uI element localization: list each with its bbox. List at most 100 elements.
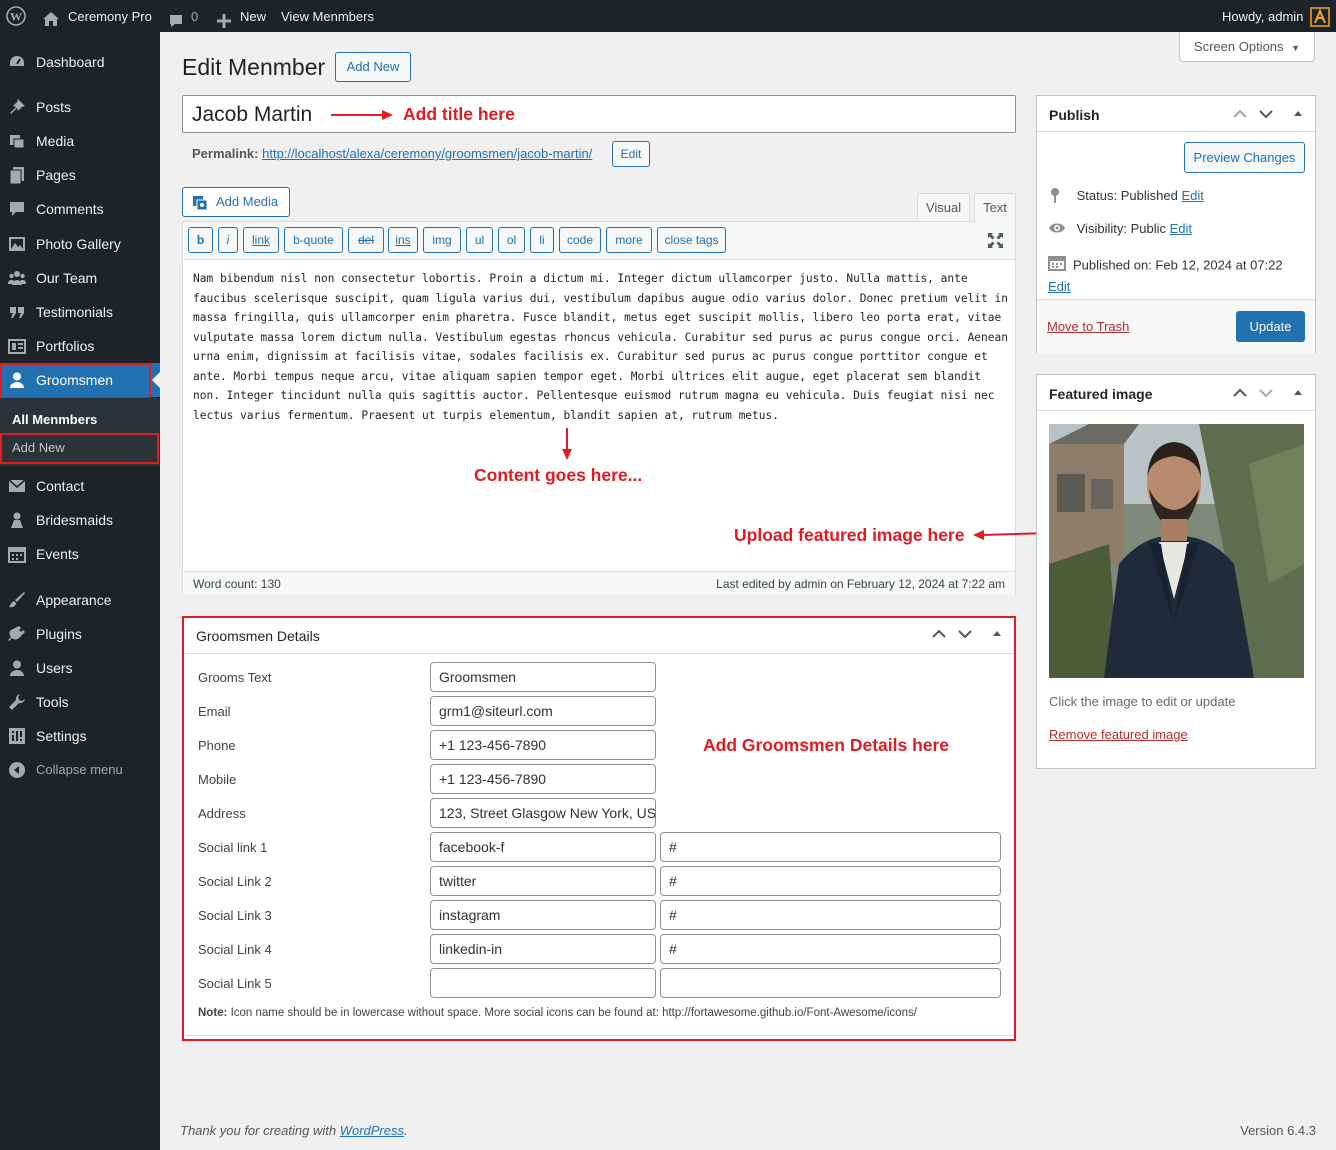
toggle-panel-icon[interactable] [989, 626, 1005, 642]
add-new-button[interactable]: Add New [335, 52, 411, 82]
wordpress-link[interactable]: WordPress [340, 1123, 404, 1138]
featured-image-photo[interactable] [1049, 424, 1304, 678]
home-icon [42, 7, 60, 27]
quicktag-ol[interactable]: ol [498, 227, 525, 253]
quicktag-img[interactable]: img [423, 227, 461, 253]
featured-move-up-icon[interactable] [1232, 385, 1248, 401]
sidebar-item-contact[interactable]: Contact [0, 469, 160, 503]
social-1-url-input[interactable]: # [660, 832, 1001, 862]
sidebar-item-pages[interactable]: Pages [0, 158, 160, 192]
quicktag-b[interactable]: b [188, 227, 213, 253]
published-label: Published on: [1073, 257, 1152, 273]
social-4-icon-input[interactable]: linkedin-in [430, 934, 656, 964]
sidebar-label: Comments [36, 201, 104, 217]
tab-visual[interactable]: Visual [917, 193, 970, 222]
new-link[interactable]: New [240, 0, 266, 32]
sidebar-item-tools[interactable]: Tools [0, 685, 160, 719]
calendar-small-icon [1048, 255, 1066, 277]
social-1-icon-input[interactable]: facebook-f [430, 832, 656, 862]
collapse-menu-button[interactable]: Collapse menu [0, 753, 160, 787]
social-5-url-input[interactable] [660, 968, 1001, 998]
quicktag-del[interactable]: del [348, 227, 384, 253]
sidebar-item-settings[interactable]: Settings [0, 719, 160, 753]
media-icon [8, 132, 26, 150]
permalink-link[interactable]: http://localhost/alexa/ceremony/groomsme… [262, 146, 592, 161]
add-media-button[interactable]: Add Media [182, 187, 290, 217]
address-input[interactable]: 123, Street Glasgow New York, US [430, 798, 656, 828]
field-label-social-3: Social Link 3 [198, 908, 272, 923]
sidebar-label: Photo Gallery [36, 236, 121, 252]
sidebar-item-comments[interactable]: Comments [0, 192, 160, 226]
status-edit-link[interactable]: Edit [1181, 188, 1203, 203]
quicktag-ins[interactable]: ins [388, 227, 418, 253]
submenu-all-members[interactable]: All Menmbers [12, 412, 97, 427]
preview-changes-button[interactable]: Preview Changes [1184, 142, 1305, 173]
fullscreen-icon[interactable] [987, 232, 1004, 252]
site-name-link[interactable]: Ceremony Pro [68, 0, 152, 32]
field-label-social-1: Social link 1 [198, 840, 268, 855]
view-members-link[interactable]: View Menmbers [281, 0, 374, 32]
sidebar-item-dashboard[interactable]: Dashboard [0, 45, 160, 79]
eye-icon [1048, 221, 1066, 238]
howdy-label[interactable]: Howdy, admin [1222, 0, 1303, 32]
quicktag-close-tags[interactable]: close tags [657, 227, 726, 253]
wordpress-logo-icon[interactable]: W [6, 6, 26, 26]
social-5-icon-input[interactable] [430, 968, 656, 998]
add-media-icon [192, 194, 209, 222]
sidebar-item-appearance[interactable]: Appearance [0, 583, 160, 617]
quicktag-i[interactable]: i [218, 227, 238, 253]
publish-move-up-icon[interactable] [1232, 106, 1248, 122]
avatar[interactable] [1310, 6, 1330, 27]
content-textarea[interactable]: Nam bibendum nisl non consectetur lobort… [193, 269, 1011, 425]
sidebar-item-testimonials[interactable]: Testimonials [0, 295, 160, 329]
female-user-icon [8, 511, 26, 529]
email-input[interactable]: grm1@siteurl.com [430, 696, 656, 726]
social-2-icon-input[interactable]: twitter [430, 866, 656, 896]
move-down-icon[interactable] [957, 626, 973, 642]
published-on-row: Published on: Feb 12, 2024 at 07:22 Edit [1048, 255, 1310, 297]
sidebar-item-posts[interactable]: Posts [0, 90, 160, 124]
screen-options-button[interactable]: Screen Options ▼ [1179, 32, 1315, 62]
sidebar-item-media[interactable]: Media [0, 124, 160, 158]
social-2-url-input[interactable]: # [660, 866, 1001, 896]
move-up-icon[interactable] [931, 626, 947, 642]
status-label: Status: [1076, 187, 1118, 203]
comment-icon[interactable] [168, 8, 184, 27]
published-edit-link[interactable]: Edit [1048, 279, 1070, 294]
sidebar-item-photo-gallery[interactable]: Photo Gallery [0, 227, 160, 261]
sidebar-item-users[interactable]: Users [0, 651, 160, 685]
grooms-text-input[interactable]: Groomsmen [430, 662, 656, 692]
quicktag-li[interactable]: li [530, 227, 554, 253]
quicktag-ul[interactable]: ul [466, 227, 493, 253]
sidebar-item-events[interactable]: Events [0, 537, 160, 571]
plugin-icon [8, 625, 26, 643]
featured-move-down-icon[interactable] [1258, 385, 1274, 401]
sidebar-item-portfolios[interactable]: Portfolios [0, 329, 160, 363]
svg-text:W: W [10, 10, 22, 24]
quicktag-link[interactable]: link [243, 227, 279, 253]
permalink-edit-button[interactable]: Edit [612, 141, 650, 167]
visibility-edit-link[interactable]: Edit [1170, 221, 1192, 236]
social-3-icon-input[interactable]: instagram [430, 900, 656, 930]
publish-move-down-icon[interactable] [1258, 106, 1274, 122]
sidebar-item-plugins[interactable]: Plugins [0, 617, 160, 651]
quicktag-code[interactable]: code [559, 227, 601, 253]
comments-count[interactable]: 0 [191, 0, 198, 32]
mobile-input[interactable]: +1 123-456-7890 [430, 764, 656, 794]
tab-text[interactable]: Text [974, 193, 1016, 222]
quicktag-b-quote[interactable]: b-quote [284, 227, 343, 253]
status-value: Published [1120, 187, 1178, 203]
featured-toggle-icon[interactable] [1290, 385, 1306, 401]
phone-input[interactable]: +1 123-456-7890 [430, 730, 656, 760]
publish-toggle-icon[interactable] [1290, 106, 1306, 122]
quicktag-more[interactable]: more [606, 227, 652, 253]
move-to-trash-link[interactable]: Move to Trash [1047, 319, 1129, 334]
sidebar-item-our-team[interactable]: Our Team [0, 261, 160, 295]
social-4-url-input[interactable]: # [660, 934, 1001, 964]
post-title-input[interactable]: Jacob Martin [182, 95, 1016, 133]
remove-featured-image-link[interactable]: Remove featured image [1049, 727, 1188, 742]
update-button[interactable]: Update [1236, 311, 1305, 342]
sidebar-label: Pages [36, 167, 76, 183]
social-3-url-input[interactable]: # [660, 900, 1001, 930]
sidebar-item-bridesmaids[interactable]: Bridesmaids [0, 503, 160, 537]
